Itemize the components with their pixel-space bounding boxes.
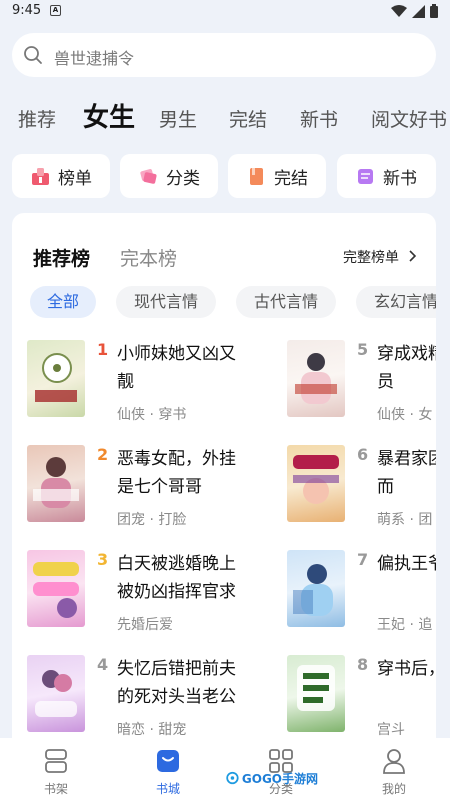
book-item[interactable]: 4 失忆后错把前夫的死对头当老公 暗恋 · 甜宠 (27, 655, 287, 745)
rank-tab-recommend[interactable]: 推荐榜 (33, 244, 90, 271)
search-icon (24, 46, 42, 64)
bookshelf-icon (45, 749, 67, 773)
book-tags: 仙侠 · 穿书 (117, 407, 187, 423)
quick-link-label: 榜单 (58, 168, 92, 189)
channel-tabs: 推荐 女生 男生 完结 新书 阅文好书 (0, 95, 450, 135)
book-title: 偏执王爷医妃 (377, 554, 436, 574)
quick-link-category[interactable]: 分类 (120, 154, 218, 198)
book-tags: 暗恋 · 甜宠 (117, 722, 187, 738)
nav-bookstore[interactable]: 书城 (112, 738, 224, 800)
quick-link-new[interactable]: 新书 (337, 154, 436, 198)
profile-icon (383, 749, 405, 774)
book-title: 穿成戏精妹，全员 (377, 344, 436, 392)
nav-label: 书架 (43, 782, 68, 796)
book-cover (287, 340, 345, 417)
book-title: 小师妹她又凶又靓 (117, 344, 236, 392)
book-icon (250, 167, 263, 185)
nav-label: 我的 (381, 782, 406, 796)
nav-bookshelf[interactable]: 书架 (0, 738, 112, 800)
search-placeholder: 兽世逮捕令 (54, 49, 135, 68)
book-cover (27, 445, 85, 522)
rank-tab-completed[interactable]: 完本榜 (120, 244, 177, 271)
book-title: 恶毒女配，外挂是七个哥哥 (117, 449, 236, 497)
rank-number: 8 (357, 655, 369, 674)
tab-male[interactable]: 男生 (159, 105, 197, 132)
newbook-icon (358, 168, 373, 184)
bookstore-icon (157, 750, 179, 772)
quick-link-ranking[interactable]: 榜单 (12, 154, 110, 198)
watermark: GOGO手游网 (226, 766, 318, 790)
book-item[interactable]: 8 穿书后，妃又剧 宫斗 (287, 655, 436, 745)
battery-icon (430, 4, 438, 18)
book-cover (287, 655, 345, 732)
full-list-label: 完整榜单 (343, 250, 399, 266)
quick-link-label: 完结 (274, 168, 308, 189)
category-icon (140, 168, 157, 184)
book-tags: 宫斗 (377, 722, 405, 738)
genre-chip-modern[interactable]: 现代言情 (116, 286, 216, 318)
book-item[interactable]: 6 暴君家团她恃宠而 萌系 · 团 (287, 445, 436, 535)
book-item[interactable]: 3 白天被逃婚晚上被奶凶指挥官求 先婚后爱 (27, 550, 287, 640)
book-title: 暴君家团她恃宠而 (377, 449, 436, 497)
tab-new[interactable]: 新书 (300, 105, 338, 132)
book-item[interactable]: 5 穿成戏精妹，全员 仙侠 · 女 (287, 340, 436, 430)
book-cover (27, 550, 85, 627)
quick-link-completed[interactable]: 完结 (228, 154, 326, 198)
tab-female[interactable]: 女生 (83, 97, 135, 134)
book-item[interactable]: 7 偏执王爷医妃 王妃 · 追 (287, 550, 436, 640)
chart-icon (32, 167, 49, 185)
rank-number: 1 (97, 340, 109, 359)
watermark-text: GOGO手游网 (241, 771, 318, 786)
book-tags: 先婚后爱 (117, 617, 173, 633)
status-time: 9:45 (12, 3, 42, 18)
rank-number: 2 (97, 445, 109, 464)
book-item[interactable]: 2 恶毒女配，外挂是七个哥哥 团宠 · 打脸 (27, 445, 287, 535)
book-tags: 仙侠 · 女 (377, 407, 433, 423)
search-bar[interactable]: 兽世逮捕令 (12, 33, 436, 77)
book-title: 失忆后错把前夫的死对头当老公 (117, 659, 236, 707)
book-tags: 萌系 · 团 (377, 512, 433, 528)
quick-link-label: 分类 (166, 168, 200, 189)
tab-completed[interactable]: 完结 (229, 105, 267, 132)
rank-number: 5 (357, 340, 369, 359)
nav-label: 书城 (155, 782, 180, 796)
status-icons (391, 4, 438, 18)
genre-chip-all[interactable]: 全部 (30, 286, 96, 318)
rank-number: 4 (97, 655, 109, 674)
book-title: 穿书后，妃又剧 (377, 659, 436, 679)
book-tags: 王妃 · 追 (377, 617, 433, 633)
full-list-link[interactable]: 完整榜单 (343, 247, 417, 267)
nav-profile[interactable]: 我的 (338, 738, 450, 800)
rank-number: 7 (357, 550, 369, 569)
rank-number: 6 (357, 445, 369, 464)
book-cover (27, 655, 85, 732)
quick-link-label: 新书 (383, 168, 417, 189)
book-cover (287, 550, 345, 627)
book-cover (287, 445, 345, 522)
wifi-icon (391, 4, 407, 17)
rank-number: 3 (97, 550, 109, 569)
tab-yuewen[interactable]: 阅文好书 (371, 105, 447, 132)
genre-chip-fantasy[interactable]: 玄幻言情 (356, 286, 436, 318)
status-bar: 9:45 A (0, 0, 450, 24)
book-cover (27, 340, 85, 417)
tab-recommend[interactable]: 推荐 (18, 105, 56, 132)
book-title: 白天被逃婚晚上被奶凶指挥官求 (117, 554, 236, 602)
genre-chip-ancient[interactable]: 古代言情 (236, 286, 336, 318)
watermark-logo-icon (226, 771, 239, 785)
chevron-right-icon (409, 250, 417, 262)
bottom-nav: 书架 书城 分类 我的 (0, 738, 450, 800)
signal-icon (412, 4, 425, 18)
book-tags: 团宠 · 打脸 (117, 512, 187, 528)
notification-icon: A (50, 5, 61, 16)
ranking-card: 推荐榜 完本榜 完整榜单 全部 现代言情 古代言情 玄幻言情 1 小师妹她又凶又… (12, 213, 436, 753)
book-item[interactable]: 1 小师妹她又凶又靓 仙侠 · 穿书 (27, 340, 287, 430)
